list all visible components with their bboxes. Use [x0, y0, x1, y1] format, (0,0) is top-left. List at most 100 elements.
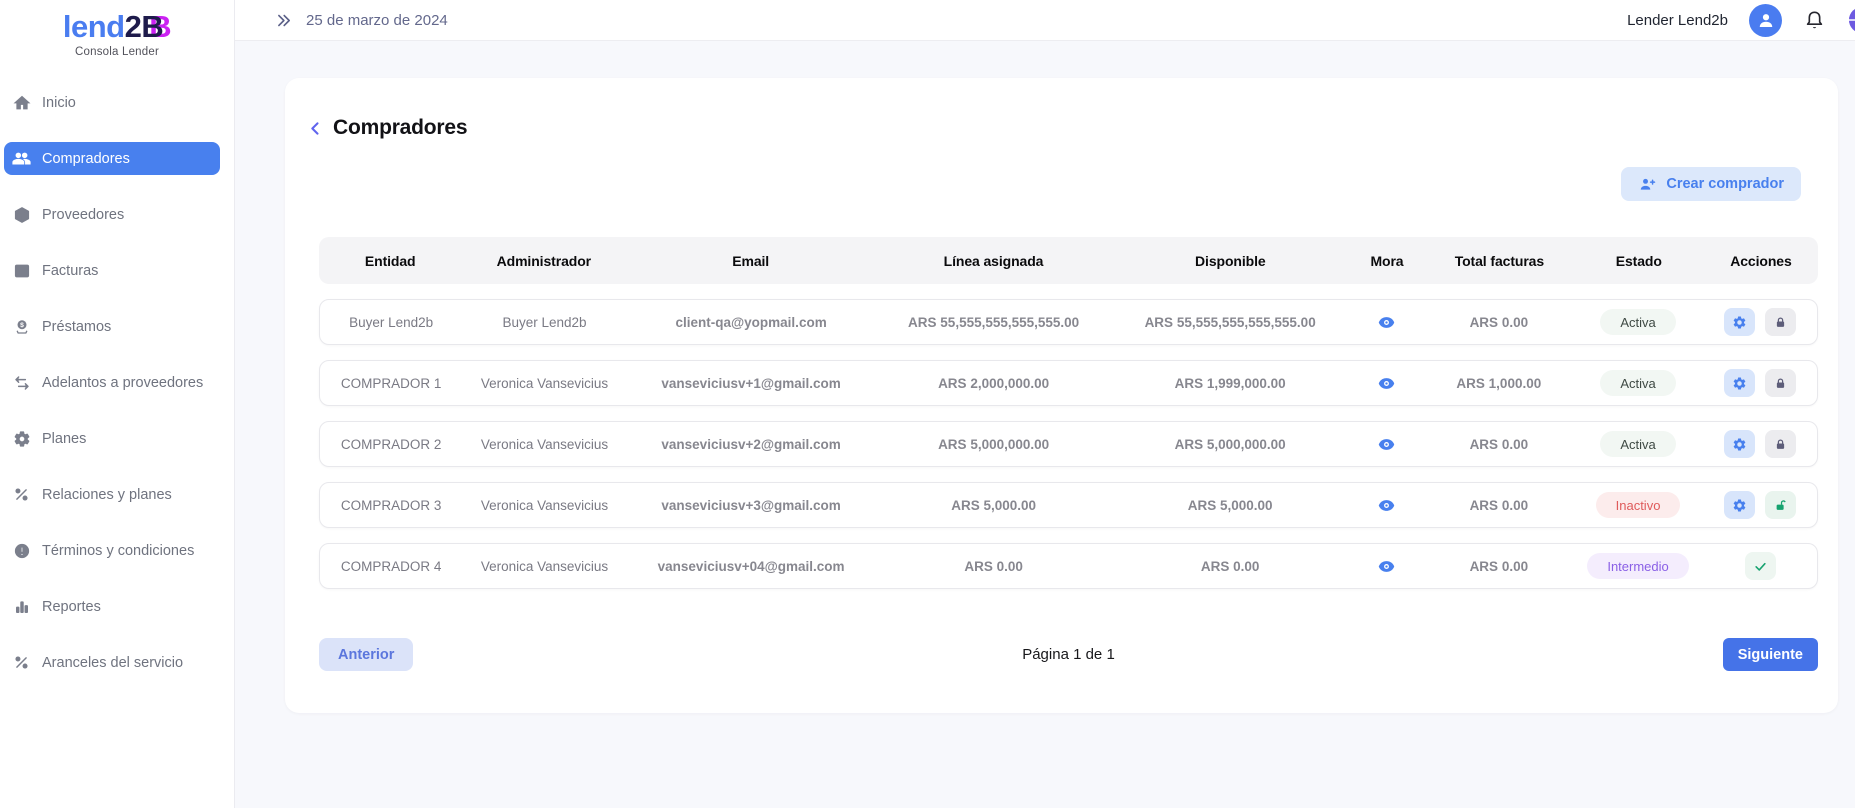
- sidebar-item-relaciones[interactable]: Relaciones y planes: [4, 478, 220, 511]
- lock-button[interactable]: [1765, 369, 1796, 397]
- status-badge: Inactivo: [1596, 492, 1681, 518]
- column-header-email: Email: [626, 253, 875, 269]
- cell-total-facturas: ARS 0.00: [1425, 315, 1573, 330]
- cell-entidad: COMPRADOR 4: [320, 559, 462, 574]
- cell-email: client-qa@yopmail.com: [627, 315, 876, 330]
- sidebar-item-label: Aranceles del servicio: [42, 655, 183, 671]
- settings-button[interactable]: [1724, 430, 1755, 458]
- eye-icon[interactable]: [1375, 557, 1398, 576]
- sidebar-item-aranceles[interactable]: Aranceles del servicio: [4, 646, 220, 679]
- cell-total-facturas: ARS 0.00: [1425, 559, 1573, 574]
- brand-logo: lend2BB Consola Lender: [0, 0, 234, 64]
- column-header-linea-asignada: Línea asignada: [875, 253, 1112, 269]
- person-add-icon: [1638, 175, 1657, 194]
- sidebar-item-proveedores[interactable]: Proveedores: [4, 198, 220, 231]
- next-page-button[interactable]: Siguiente: [1723, 638, 1818, 671]
- sidebar-item-terminos[interactable]: Términos y condiciones: [4, 534, 220, 567]
- lock-button[interactable]: [1765, 430, 1796, 458]
- table-row: COMPRADOR 1 Veronica Vansevicius vansevi…: [319, 360, 1818, 406]
- sidebar-item-label: Reportes: [42, 599, 101, 615]
- eye-icon[interactable]: [1375, 374, 1398, 393]
- cell-email: vanseviciusv+1@gmail.com: [627, 376, 876, 391]
- content-area: 25 de marzo de 2024 Lender Lend2b: [235, 0, 1855, 808]
- sidebar-item-facturas[interactable]: Facturas: [4, 254, 220, 287]
- settings-button[interactable]: [1724, 491, 1755, 519]
- sidebar-item-planes[interactable]: Planes: [4, 422, 220, 455]
- lock-button[interactable]: [1765, 308, 1796, 336]
- sidebar-item-label: Inicio: [42, 95, 76, 111]
- sidebar-nav: Inicio Compradores Proveedores Facturas: [0, 86, 234, 679]
- bar-chart-icon: [12, 597, 31, 616]
- sidebar-item-label: Compradores: [42, 151, 130, 167]
- status-badge: Activa: [1600, 309, 1675, 335]
- cell-entidad: Buyer Lend2b: [320, 315, 462, 330]
- cell-email: vanseviciusv+04@gmail.com: [627, 559, 876, 574]
- previous-page-button[interactable]: Anterior: [319, 638, 413, 671]
- sidebar-item-label: Relaciones y planes: [42, 487, 172, 503]
- status-badge: Activa: [1600, 431, 1675, 457]
- sidebar-item-label: Proveedores: [42, 207, 124, 223]
- bell-icon[interactable]: [1803, 9, 1826, 32]
- alert-circle-icon: [12, 541, 31, 560]
- page-info: Página 1 de 1: [1022, 646, 1115, 663]
- column-header-disponible: Disponible: [1112, 253, 1349, 269]
- eye-icon[interactable]: [1375, 496, 1398, 515]
- create-comprador-button[interactable]: Crear comprador: [1621, 167, 1801, 201]
- table-header-row: Entidad Administrador Email Línea asigna…: [319, 237, 1818, 284]
- sidebar: lend2BB Consola Lender Inicio Compradore…: [0, 0, 235, 808]
- eye-icon[interactable]: [1375, 313, 1398, 332]
- cell-linea-asignada: ARS 5,000.00: [875, 498, 1112, 513]
- compradores-card: Compradores Crear comprador Entidad Admi…: [285, 78, 1838, 713]
- cell-disponible: ARS 0.00: [1112, 559, 1349, 574]
- topbar: 25 de marzo de 2024 Lender Lend2b: [235, 0, 1855, 41]
- cell-disponible: ARS 1,999,000.00: [1112, 376, 1349, 391]
- percent-icon: [12, 653, 31, 672]
- double-chevron-right-icon[interactable]: [275, 12, 292, 29]
- check-icon: [1753, 559, 1768, 574]
- sidebar-item-compradores[interactable]: Compradores: [4, 142, 220, 175]
- cell-administrador: Veronica Vansevicius: [462, 498, 627, 513]
- sidebar-item-inicio[interactable]: Inicio: [4, 86, 220, 119]
- eye-icon[interactable]: [1375, 435, 1398, 454]
- avatar-icon[interactable]: [1749, 4, 1782, 37]
- settings-button[interactable]: [1724, 308, 1755, 336]
- cell-total-facturas: ARS 0.00: [1425, 437, 1573, 452]
- column-header-administrador: Administrador: [461, 253, 626, 269]
- pagination: Anterior Página 1 de 1 Siguiente: [319, 638, 1818, 671]
- unlock-button[interactable]: [1765, 491, 1796, 519]
- cell-total-facturas: ARS 0.00: [1425, 498, 1573, 513]
- cell-linea-asignada: ARS 0.00: [875, 559, 1112, 574]
- column-header-mora: Mora: [1349, 253, 1425, 269]
- gear-icon: [1732, 437, 1747, 452]
- swap-arrows-icon: [12, 373, 31, 392]
- cell-email: vanseviciusv+3@gmail.com: [627, 498, 876, 513]
- sidebar-item-reportes[interactable]: Reportes: [4, 590, 220, 623]
- gear-icon: [1732, 498, 1747, 513]
- gear-icon: [1732, 315, 1747, 330]
- topbar-user-name: Lender Lend2b: [1627, 12, 1728, 29]
- logo-text: lend2BB: [63, 10, 171, 44]
- globe-icon[interactable]: [1847, 5, 1855, 35]
- approve-button[interactable]: [1745, 552, 1776, 580]
- table-row: Buyer Lend2b Buyer Lend2b client-qa@yopm…: [319, 299, 1818, 345]
- cell-entidad: COMPRADOR 3: [320, 498, 462, 513]
- percent-icon: [12, 485, 31, 504]
- sidebar-item-prestamos[interactable]: $ Préstamos: [4, 310, 220, 343]
- cell-disponible: ARS 5,000,000.00: [1112, 437, 1349, 452]
- home-icon: [12, 93, 31, 112]
- cell-linea-asignada: ARS 5,000,000.00: [875, 437, 1112, 452]
- sidebar-item-label: Facturas: [42, 263, 98, 279]
- settings-button[interactable]: [1724, 369, 1755, 397]
- chevron-left-icon[interactable]: [306, 119, 325, 138]
- lock-icon: [1773, 437, 1788, 452]
- gear-icon: [12, 429, 31, 448]
- cell-disponible: ARS 5,000.00: [1112, 498, 1349, 513]
- cell-administrador: Buyer Lend2b: [462, 315, 627, 330]
- table-row: COMPRADOR 3 Veronica Vansevicius vansevi…: [319, 482, 1818, 528]
- coin-icon: $: [12, 317, 31, 336]
- cell-administrador: Veronica Vansevicius: [462, 437, 627, 452]
- column-header-acciones: Acciones: [1704, 253, 1818, 269]
- column-header-total-facturas: Total facturas: [1425, 253, 1573, 269]
- sidebar-item-adelantos[interactable]: Adelantos a proveedores: [4, 366, 220, 399]
- cell-email: vanseviciusv+2@gmail.com: [627, 437, 876, 452]
